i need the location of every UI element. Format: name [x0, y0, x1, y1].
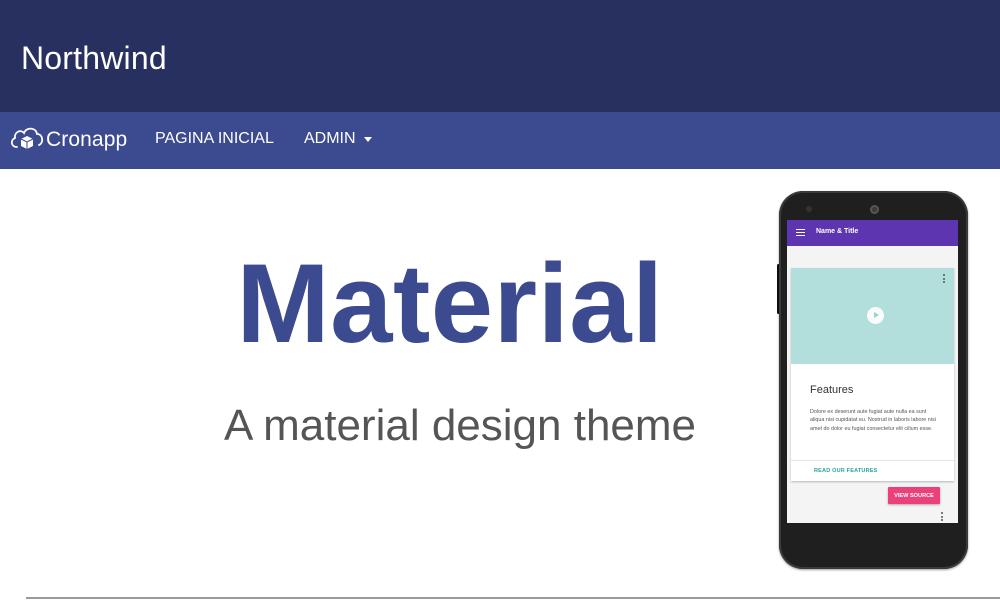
top-header: Northwind	[0, 0, 1000, 112]
read-features-link: READ OUR FEATURES	[814, 468, 878, 474]
hamburger-menu-icon	[796, 229, 805, 236]
phone-screen: Name & Title Features Dolore ex deserunt…	[787, 220, 958, 523]
phone-app-bar: Name & Title	[787, 220, 958, 246]
nav-item-admin-dropdown[interactable]: ADMIN	[304, 130, 372, 148]
phone-speaker	[870, 205, 879, 214]
play-icon	[867, 307, 884, 324]
card-media	[791, 268, 954, 364]
brand-label: Cronapp	[46, 128, 128, 151]
card-text: Dolore ex deserunt aute fugiat aute null…	[810, 409, 936, 432]
cloud-box-icon	[9, 123, 45, 158]
nav-item-label: PAGINA INICIAL	[155, 130, 274, 147]
card-title: Features	[810, 384, 854, 396]
card-divider	[791, 460, 954, 461]
brand-link[interactable]: Cronapp	[9, 124, 127, 156]
phone-app-bar-title: Name & Title	[816, 228, 859, 235]
phone-camera	[806, 206, 812, 212]
caret-down-icon	[363, 137, 372, 142]
more-vert-icon	[941, 512, 943, 521]
navbar: Cronapp PAGINA INICIAL ADMIN	[0, 112, 1000, 169]
nav-item-pagina-inicial[interactable]: PAGINA INICIAL	[155, 130, 274, 148]
divider-line	[26, 597, 1000, 599]
more-vert-icon	[943, 274, 945, 283]
view-source-button: VIEW SOURCE	[888, 487, 940, 504]
phone-card: Features Dolore ex deserunt aute fugiat …	[791, 268, 954, 481]
hero-title: Material	[236, 241, 664, 366]
app-title: Northwind	[21, 40, 167, 76]
nav-item-label: ADMIN	[304, 130, 356, 147]
